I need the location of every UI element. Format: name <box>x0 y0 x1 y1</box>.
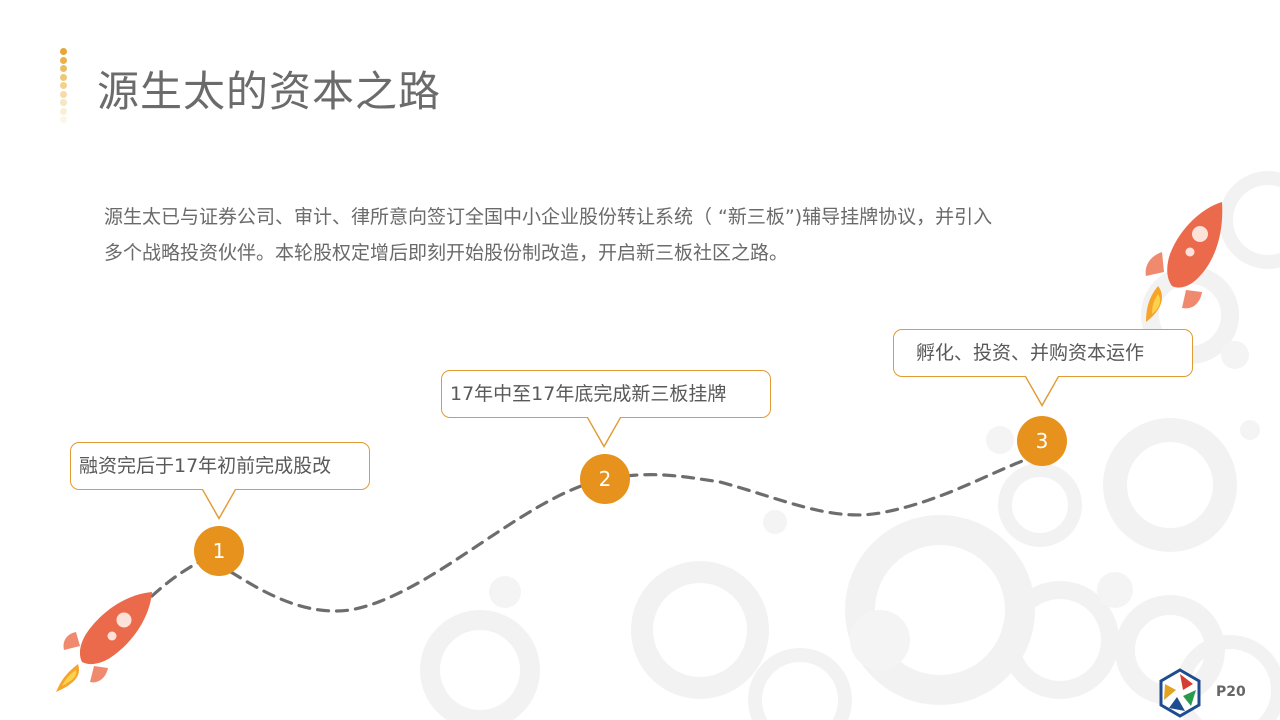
page-number: P20 <box>1216 684 1246 700</box>
company-logo-icon <box>1159 668 1201 718</box>
milestone-3-callout: 孵化、投资、并购资本运作 <box>893 329 1193 407</box>
milestone-1-callout: 融资完后于17年初前完成股改 <box>70 442 370 520</box>
milestone-2-callout: 17年中至17年底完成新三板挂牌 <box>441 370 771 448</box>
milestone-2-label: 17年中至17年底完成新三板挂牌 <box>450 383 727 405</box>
milestone-3-label: 孵化、投资、并购资本运作 <box>916 342 1145 364</box>
milestone-3-marker: 3 <box>1017 416 1067 466</box>
rocket-icon <box>1145 202 1223 322</box>
rocket-icon <box>56 592 152 692</box>
milestone-1-label: 融资完后于17年初前完成股改 <box>79 455 332 477</box>
milestone-2-marker: 2 <box>580 454 630 504</box>
milestone-1-marker: 1 <box>194 526 244 576</box>
